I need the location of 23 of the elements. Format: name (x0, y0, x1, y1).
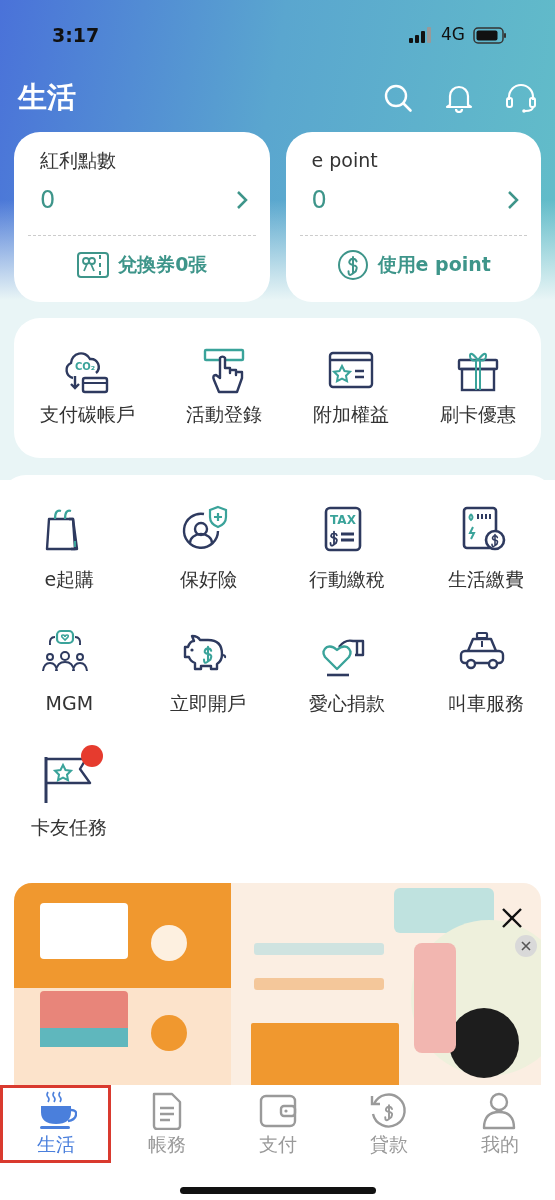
quick-link[interactable]: 刷卡優惠 (414, 347, 541, 429)
service-item[interactable]: 叫車服務 (416, 619, 555, 743)
network-label: 4G (441, 23, 465, 47)
service-item[interactable]: 立即開戶 (138, 619, 278, 743)
points-action-button[interactable]: 使用e point (323, 243, 503, 286)
points-value: 0 (39, 184, 57, 216)
service-item[interactable]: TAX 行動繳稅 (277, 495, 417, 619)
service-item[interactable]: MGM (0, 619, 139, 743)
quick-link[interactable]: 活動登錄 (160, 347, 287, 429)
card-title: e point (310, 148, 379, 173)
service-item[interactable]: e起購 (0, 495, 139, 619)
quick-link[interactable]: 附加權益 (287, 347, 414, 429)
tab-item[interactable]: 生活 (0, 1085, 111, 1163)
service-item[interactable]: 生活繳費 (416, 495, 555, 619)
page-title: 生活 (18, 79, 76, 117)
service-item[interactable]: 保好險 (138, 495, 278, 619)
card-title: 紅利點數 (39, 148, 117, 173)
status-time: 3:17 (52, 22, 100, 48)
service-item[interactable]: 卡友任務 (0, 743, 139, 867)
quick-link[interactable]: CO₂ 支付碳帳戶 (14, 347, 160, 429)
service-item[interactable]: 愛心捐款 (277, 619, 417, 743)
points-value: 0 (310, 184, 328, 216)
points-action-button[interactable]: 兌換券0張 (64, 243, 220, 286)
